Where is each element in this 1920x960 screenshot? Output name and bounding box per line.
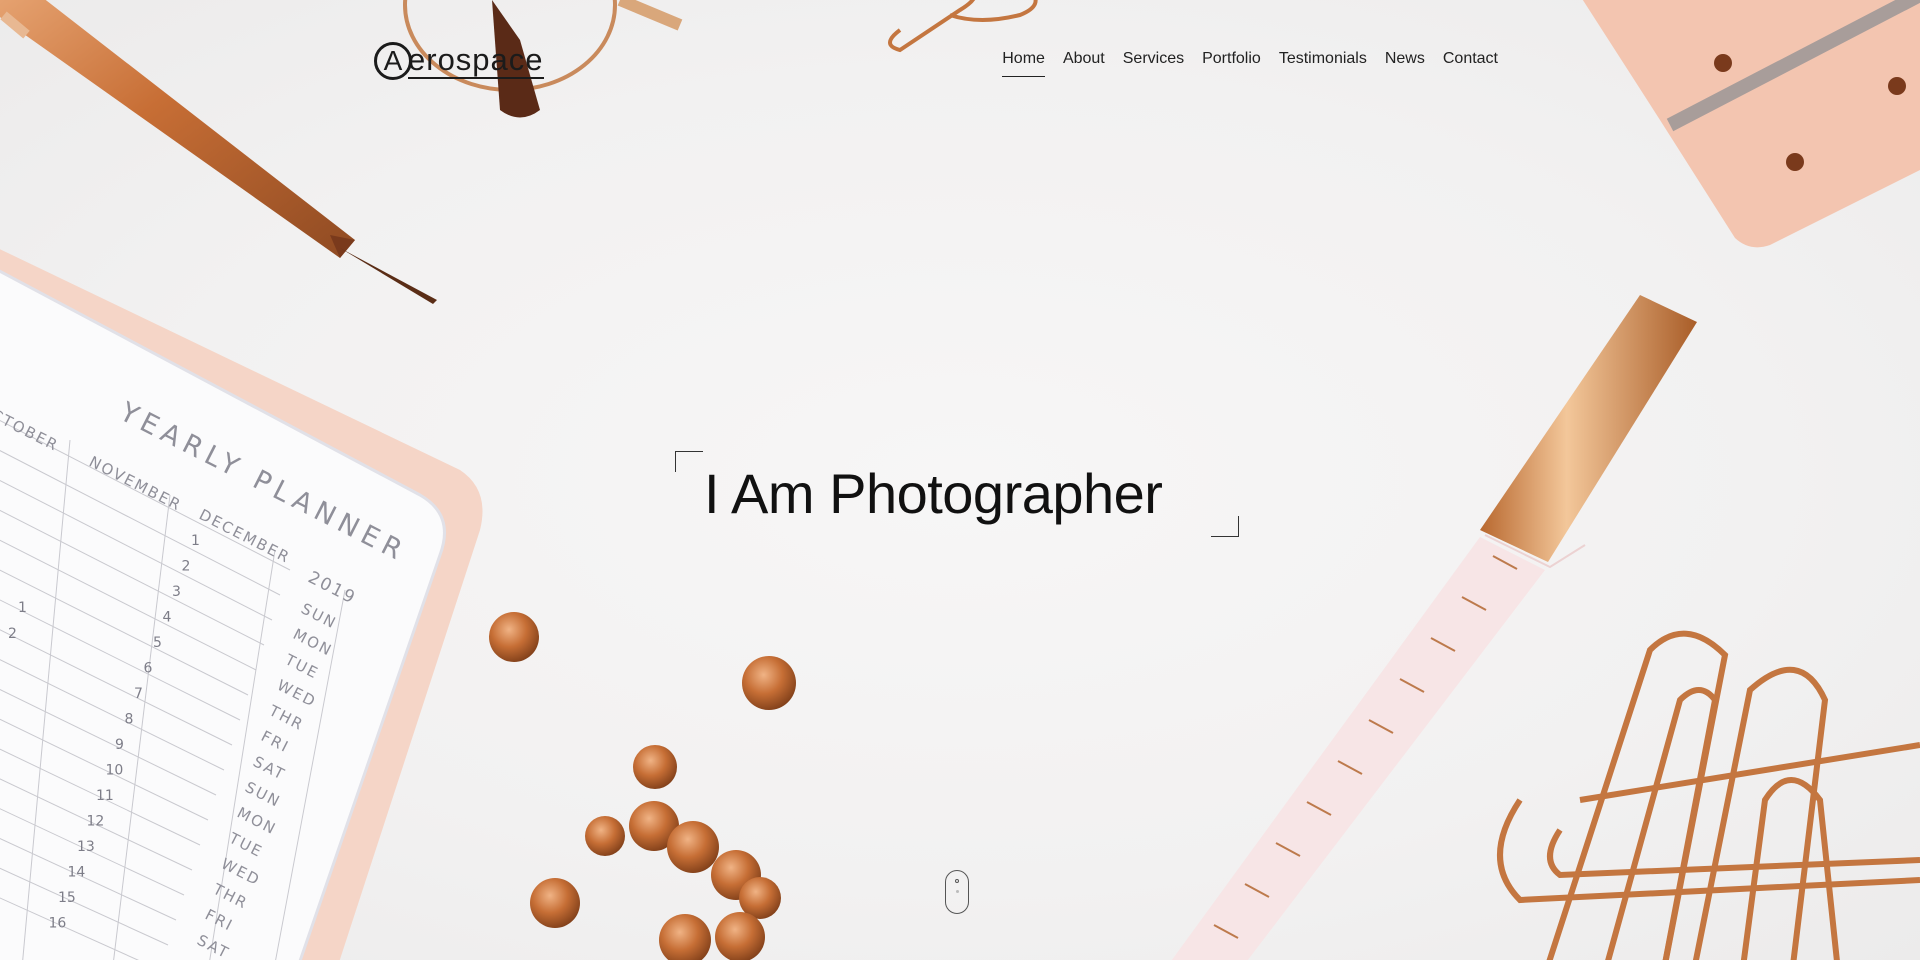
nav-item-contact[interactable]: Contact xyxy=(1443,50,1498,77)
notebook-image xyxy=(1582,0,1920,248)
planner-date-label: 7 xyxy=(134,686,143,702)
planner-date-label: 1 xyxy=(18,600,27,616)
planner-date-label: 5 xyxy=(153,635,162,651)
paperclip-top-image xyxy=(888,0,1038,53)
planner-date-label: 15 xyxy=(58,890,76,906)
nav-item-home[interactable]: Home xyxy=(1002,50,1045,77)
planner-date-label: 13 xyxy=(77,839,95,855)
frame-corner-top-left xyxy=(675,451,703,472)
planner-date-label: 6 xyxy=(144,661,153,677)
planner-date-label: 11 xyxy=(96,788,114,804)
pink-pen-image xyxy=(1171,295,1697,960)
nav-item-news[interactable]: News xyxy=(1385,50,1425,77)
nav-item-portfolio[interactable]: Portfolio xyxy=(1202,50,1261,77)
main-navigation: Home About Services Portfolio Testimonia… xyxy=(1002,50,1498,77)
planner-date-label: 3 xyxy=(172,584,181,600)
nav-item-about[interactable]: About xyxy=(1063,50,1105,77)
planner-date-label: 8 xyxy=(125,712,134,728)
planner-date-label: 16 xyxy=(49,916,67,932)
planner-date-label: 10 xyxy=(106,763,124,779)
copper-pen-image xyxy=(0,0,437,304)
mouse-scroll-icon[interactable] xyxy=(945,870,969,914)
planner-date-label: 4 xyxy=(163,610,172,626)
paperclips-image xyxy=(1497,630,1920,960)
nav-item-services[interactable]: Services xyxy=(1123,50,1184,77)
pushpins-image xyxy=(489,612,796,960)
planner-date-label: 2 xyxy=(182,559,191,575)
planner-date-label: 12 xyxy=(87,814,105,830)
logo-mark-icon: A xyxy=(374,42,412,80)
planner-date-label: 1 xyxy=(191,533,200,549)
planner-image: YEARLY PLANNER CTOBER NOVEMBER DECEMBER … xyxy=(0,249,483,960)
hero-title: I Am Photographer xyxy=(704,462,1163,525)
planner-date-label: 14 xyxy=(68,865,86,881)
hero-title-frame: I Am Photographer xyxy=(675,451,1239,537)
frame-corner-bottom-right xyxy=(1211,516,1239,537)
planner-date-label: 9 xyxy=(115,737,124,753)
hero-section: YEARLY PLANNER CTOBER NOVEMBER DECEMBER … xyxy=(0,0,1920,960)
nav-item-testimonials[interactable]: Testimonials xyxy=(1279,50,1367,77)
logo-text: erospace xyxy=(408,41,544,79)
planner-date-label: 2 xyxy=(8,626,17,642)
site-logo[interactable]: A erospace xyxy=(374,38,544,84)
